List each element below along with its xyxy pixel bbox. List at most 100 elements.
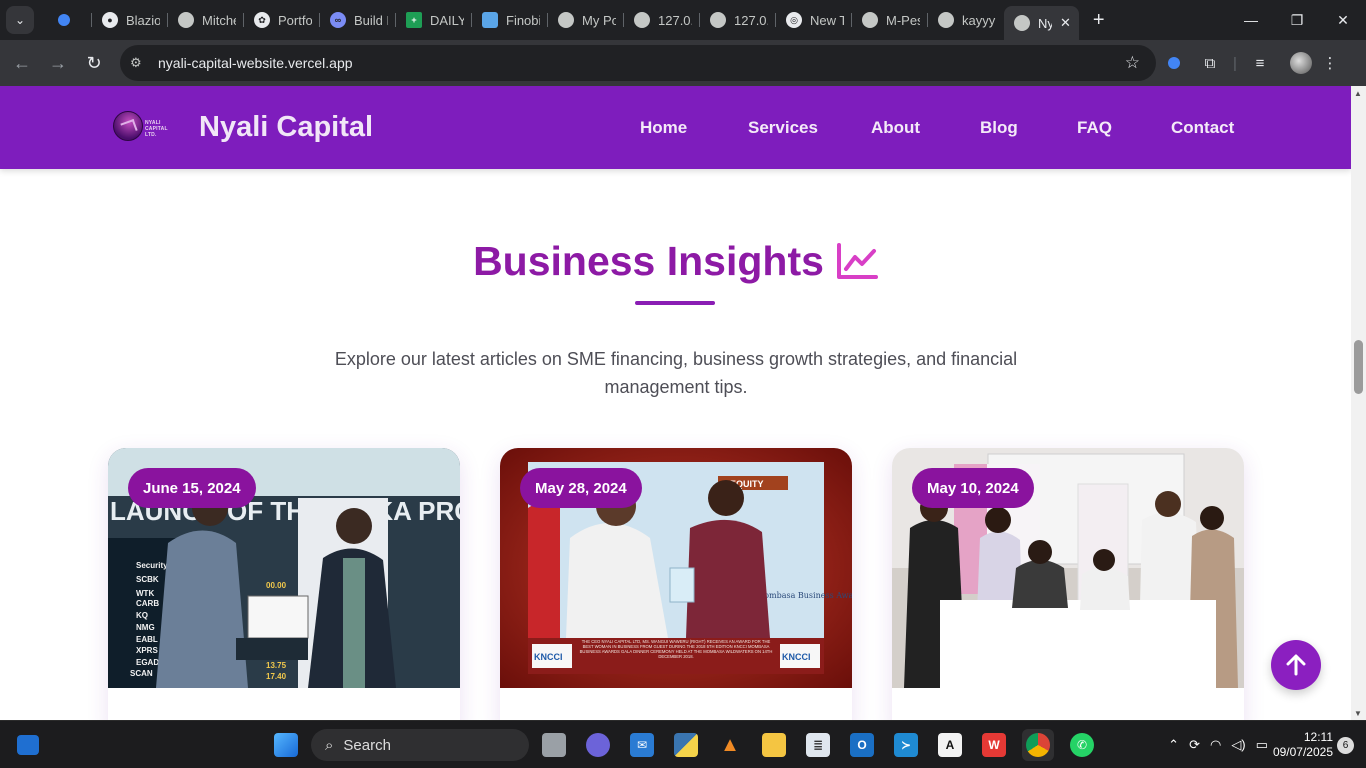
globe-icon: [710, 12, 726, 28]
nav-home[interactable]: Home: [640, 118, 687, 138]
blog-card[interactable]: May 10, 2024: [892, 448, 1244, 720]
media-control-icon[interactable]: ≡: [1242, 48, 1278, 78]
new-tab-button[interactable]: +: [1093, 9, 1105, 32]
back-icon[interactable]: ←: [4, 45, 40, 81]
tab-title: My Por: [582, 12, 616, 28]
clock[interactable]: 12:11 09/07/2025: [1273, 730, 1333, 760]
restore-icon[interactable]: ❐: [1274, 0, 1320, 40]
page-scrollbar[interactable]: ▲ ▼: [1351, 86, 1366, 720]
browser-tab[interactable]: kayyy: [928, 4, 1004, 36]
browser-tab[interactable]: 127.0.0: [700, 4, 776, 36]
browser-tab[interactable]: ∞ Build N: [320, 4, 396, 36]
logo-icon[interactable]: [113, 111, 143, 141]
profile-avatar[interactable]: [1290, 52, 1312, 74]
browser-tab[interactable]: ◎ New T: [776, 4, 852, 36]
ticker-label: EABL: [136, 635, 158, 644]
extension-dot-icon[interactable]: [1168, 57, 1180, 69]
blog-card[interactable]: EQUITY Mombasa Business Awards 2018 KNCC…: [500, 448, 852, 720]
build-icon: ∞: [330, 12, 346, 28]
globe-icon: [862, 12, 878, 28]
back-to-top-button[interactable]: [1271, 640, 1321, 690]
extensions-icon[interactable]: ⧉: [1192, 48, 1228, 78]
battery-icon[interactable]: ▭: [1256, 737, 1268, 753]
notification-badge[interactable]: 6: [1337, 736, 1354, 754]
site-info-icon[interactable]: ⚙: [130, 55, 148, 71]
title-underline: [635, 301, 715, 305]
globe-icon: [178, 12, 194, 28]
openai-icon: ✿: [254, 12, 270, 28]
wps-icon[interactable]: W: [978, 729, 1010, 761]
chrome-taskbar-icon[interactable]: [1022, 729, 1054, 761]
reload-icon[interactable]: ↻: [76, 45, 112, 81]
widgets-icon[interactable]: [12, 729, 44, 761]
python-icon[interactable]: [670, 729, 702, 761]
ticker-label: SCBK: [136, 575, 159, 584]
browser-tab[interactable]: 127.0.0: [624, 4, 700, 36]
whatsapp-icon[interactable]: ✆: [1066, 729, 1098, 761]
section-title-wrap: Business Insights: [473, 238, 878, 285]
scrollbar-thumb[interactable]: [1354, 340, 1363, 394]
blog-card[interactable]: LAUNCH OF THE IBUKA PROGRAM Security SCB…: [108, 448, 460, 720]
tab-search-button[interactable]: ⌄: [6, 6, 34, 34]
outlook-icon[interactable]: O: [846, 729, 878, 761]
tab-title: Blazio: [126, 12, 160, 28]
bookmark-star-icon[interactable]: ☆: [1125, 53, 1140, 73]
github-icon: ●: [102, 12, 118, 28]
price-value: 13.75: [266, 661, 287, 670]
chevron-up-icon[interactable]: ⌃: [1168, 737, 1179, 753]
vscode-icon[interactable]: ≻: [890, 729, 922, 761]
wifi-icon[interactable]: ◠: [1210, 737, 1221, 753]
scroll-down-icon[interactable]: ▼: [1354, 709, 1362, 718]
tab-title: kayyy: [962, 12, 996, 28]
browser-tab-active[interactable]: Ny ✕: [1004, 6, 1079, 40]
sync-icon[interactable]: ⟳: [1189, 737, 1200, 753]
url-text[interactable]: nyali-capital-website.vercel.app: [158, 55, 353, 71]
taskbar-search-label: Search: [343, 736, 391, 754]
task-view-icon[interactable]: [538, 729, 570, 761]
site-brand[interactable]: Nyali Capital: [199, 111, 373, 144]
vlc-icon[interactable]: ▲: [714, 729, 746, 761]
arc-icon[interactable]: A: [934, 729, 966, 761]
browser-tab[interactable]: + DAILY: [396, 4, 472, 36]
nav-faq[interactable]: FAQ: [1077, 118, 1112, 138]
menu-kebab-icon[interactable]: ⋮: [1312, 48, 1348, 78]
browser-tab[interactable]: ● Blazio: [92, 4, 168, 36]
browser-tab[interactable]: Mitche: [168, 4, 244, 36]
ticker-label: NMG: [136, 623, 155, 632]
browser-tab[interactable]: My Por: [548, 4, 624, 36]
minimize-icon[interactable]: —: [1228, 0, 1274, 40]
chrome-icon: ◎: [786, 12, 802, 28]
close-tab-icon[interactable]: ✕: [1060, 15, 1071, 31]
sheets-icon: +: [406, 12, 422, 28]
notepad-icon[interactable]: ≣: [802, 729, 834, 761]
scroll-up-icon[interactable]: ▲: [1354, 89, 1362, 98]
browser-tab[interactable]: M-Pes: [852, 4, 928, 36]
ticker-label: KQ: [136, 611, 148, 620]
photo-logo-text: KNCCI: [534, 652, 563, 662]
clock-time: 12:11: [1303, 730, 1333, 744]
browser-tab[interactable]: ✿ Portfol: [244, 4, 320, 36]
start-icon[interactable]: [270, 729, 302, 761]
meet-icon[interactable]: [582, 729, 614, 761]
taskbar-search[interactable]: ⌕ Search: [311, 729, 529, 761]
close-window-icon[interactable]: ✕: [1320, 0, 1366, 40]
nav-about[interactable]: About: [871, 118, 920, 138]
volume-icon[interactable]: ◁): [1231, 737, 1245, 753]
nav-services[interactable]: Services: [748, 118, 818, 138]
nav-blog[interactable]: Blog: [980, 118, 1018, 138]
browser-tab[interactable]: [48, 4, 92, 36]
tab-title: Build N: [354, 12, 388, 28]
logo-text: NYALI CAPITAL LTD.: [145, 120, 168, 138]
globe-icon: [938, 12, 954, 28]
ticker-label: CARB: [136, 599, 159, 608]
tab-title: Portfol: [278, 12, 312, 28]
search-icon: ⌕: [325, 736, 334, 754]
price-value: 00.00: [266, 581, 287, 590]
nav-contact[interactable]: Contact: [1171, 118, 1234, 138]
mail-icon[interactable]: ✉: [626, 729, 658, 761]
forward-icon[interactable]: →: [40, 45, 76, 81]
file-explorer-icon[interactable]: [758, 729, 790, 761]
address-bar[interactable]: ⚙ nyali-capital-website.vercel.app ☆: [120, 45, 1156, 81]
tab-title: New T: [810, 12, 844, 28]
browser-tab[interactable]: Finobil: [472, 4, 548, 36]
